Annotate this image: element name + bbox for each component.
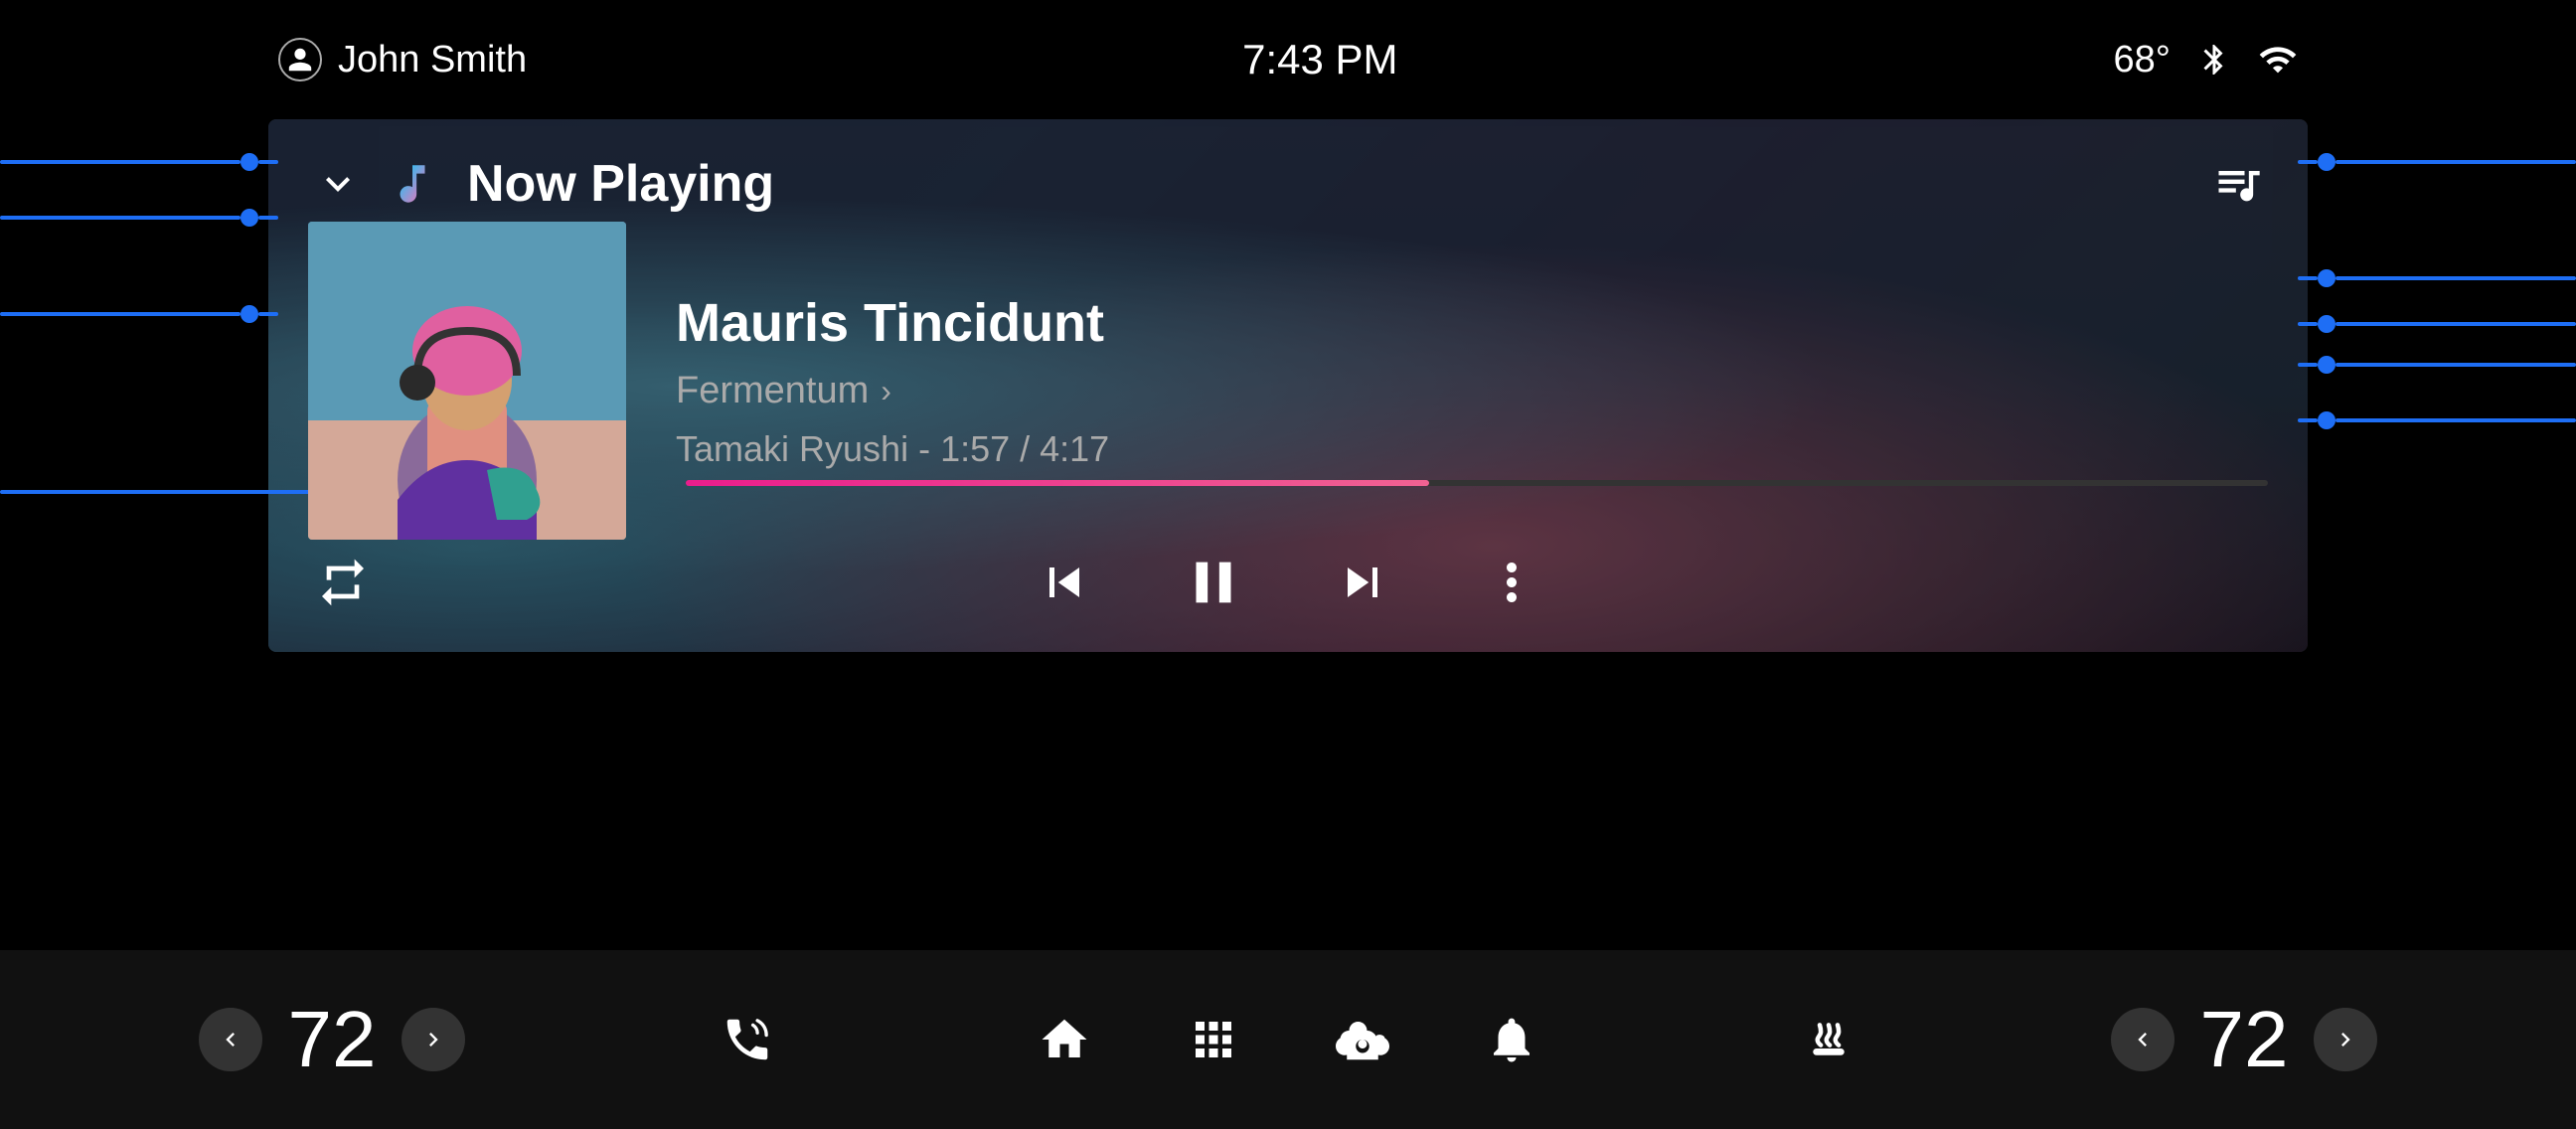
control-center: [1030, 548, 1546, 617]
right-temp-decrease[interactable]: [2111, 1008, 2174, 1071]
home-button[interactable]: [1030, 1005, 1099, 1074]
progress-fill: [686, 480, 1429, 486]
deco-slider-1: [0, 153, 278, 171]
pause-button[interactable]: [1179, 548, 1248, 617]
right-temp-value: 72: [2184, 994, 2304, 1085]
control-left: [308, 548, 378, 617]
username: John Smith: [338, 39, 527, 81]
prev-button[interactable]: [1030, 548, 1099, 617]
player-controls: [268, 513, 2308, 652]
track-info: Mauris Tincidunt Fermentum › Tamaki Ryus…: [626, 292, 2268, 470]
right-temp-control: 72: [2111, 994, 2377, 1085]
album-name: Fermentum: [676, 370, 869, 412]
track-album[interactable]: Fermentum ›: [676, 370, 2268, 412]
next-button[interactable]: [1328, 548, 1397, 617]
status-left: John Smith: [278, 38, 527, 81]
progress-area: [308, 453, 2268, 513]
album-chevron-icon: ›: [881, 373, 891, 409]
user-icon: [278, 38, 322, 81]
deco-slider-2: [0, 209, 278, 227]
more-options-button[interactable]: [1477, 548, 1546, 617]
player-header-right: [2208, 154, 2268, 214]
apps-button[interactable]: [1179, 1005, 1248, 1074]
deco-slider-right-3: [2298, 315, 2576, 333]
deco-slider-right-2: [2298, 269, 2576, 287]
signal-icon: [2258, 40, 2298, 80]
bottom-nav-icons: [1030, 1005, 1546, 1074]
repeat-button[interactable]: [308, 548, 378, 617]
left-temp-increase[interactable]: [402, 1008, 465, 1071]
status-bar: John Smith 7:43 PM 68°: [0, 0, 2576, 119]
progress-bar[interactable]: [686, 480, 2268, 486]
deco-slider-3: [0, 305, 278, 323]
status-time: 7:43 PM: [1242, 36, 1397, 83]
bottom-controls-bar: 72: [0, 950, 2576, 1129]
fan-button[interactable]: [1328, 1005, 1397, 1074]
bluetooth-icon: [2194, 40, 2234, 80]
temperature: 68°: [2114, 39, 2171, 81]
track-name: Mauris Tincidunt: [676, 292, 2268, 354]
left-temp-decrease[interactable]: [199, 1008, 262, 1071]
queue-button[interactable]: [2208, 154, 2268, 214]
collapse-button[interactable]: [308, 154, 368, 214]
left-temp-value: 72: [272, 994, 392, 1085]
right-temp-increase[interactable]: [2314, 1008, 2377, 1071]
status-right: 68°: [2114, 39, 2298, 81]
left-temp-control: 72: [199, 994, 465, 1085]
deco-slider-right-1: [2298, 153, 2576, 171]
player-card: Now Playing: [268, 119, 2308, 652]
music-note-icon: [388, 159, 437, 209]
deco-slider-right-4: [2298, 356, 2576, 374]
now-playing-title: Now Playing: [467, 154, 774, 214]
player-header-left: Now Playing: [308, 154, 774, 214]
deco-slider-right-5: [2298, 411, 2576, 429]
heat-icon[interactable]: [1794, 1005, 1863, 1074]
notification-button[interactable]: [1477, 1005, 1546, 1074]
phone-icon[interactable]: [713, 1005, 782, 1074]
